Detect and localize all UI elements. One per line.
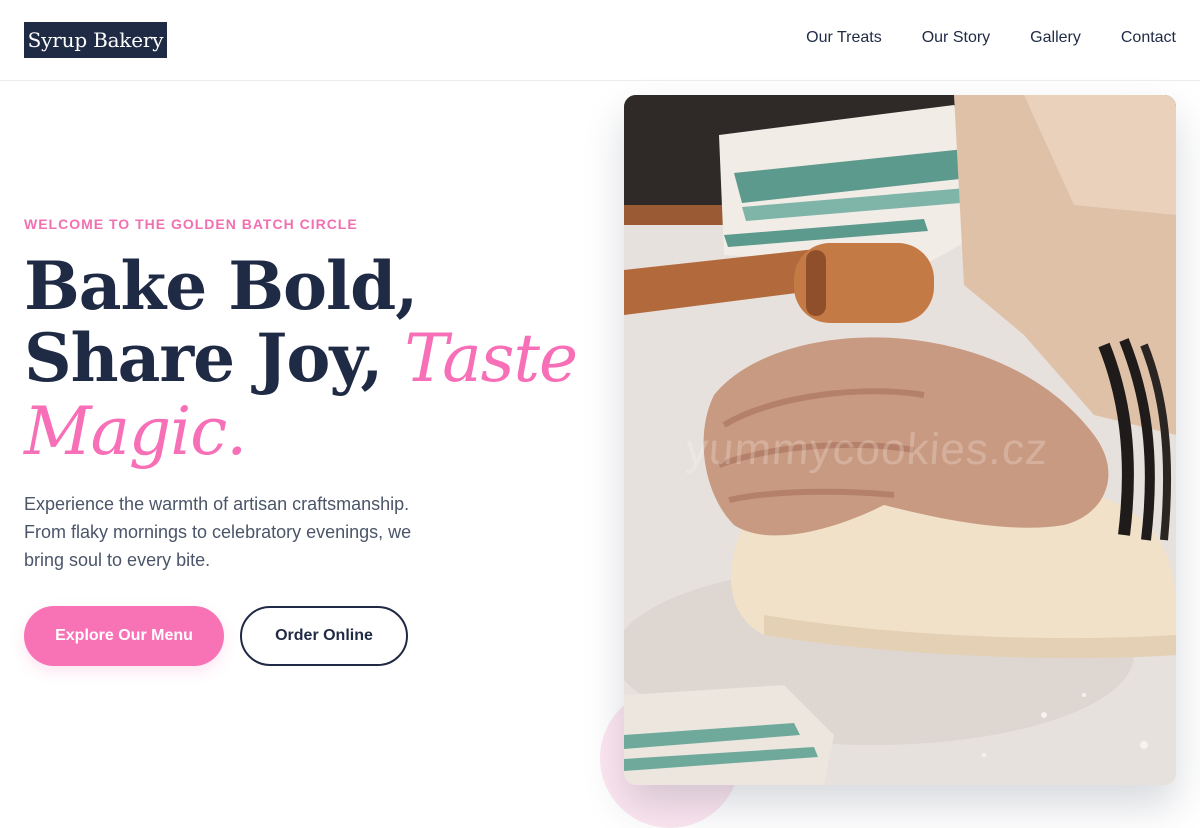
nav-item-our-story[interactable]: Our Story bbox=[922, 27, 990, 49]
headline-accent-2: Magic. bbox=[24, 393, 247, 470]
nav-item-contact[interactable]: Contact bbox=[1121, 27, 1176, 49]
hero-eyebrow: WELCOME TO THE GOLDEN BATCH CIRCLE bbox=[24, 216, 358, 232]
brand-logo[interactable]: Syrup Bakery bbox=[24, 22, 167, 58]
image-watermark: yummycookies.cz bbox=[684, 425, 1050, 474]
order-online-button[interactable]: Order Online bbox=[240, 606, 408, 666]
headline-accent-1: Taste bbox=[404, 320, 578, 397]
hero-image: yummycookies.cz bbox=[624, 95, 1176, 785]
nav-item-gallery[interactable]: Gallery bbox=[1030, 27, 1081, 49]
headline-line-2: Share Joy, bbox=[24, 319, 383, 397]
site-header: Syrup Bakery Our Treats Our Story Galler… bbox=[0, 0, 1200, 81]
explore-menu-button[interactable]: Explore Our Menu bbox=[24, 606, 224, 666]
main-nav: Our Treats Our Story Gallery Contact bbox=[806, 27, 1176, 49]
headline-line-1: Bake Bold, bbox=[24, 247, 418, 325]
hero-description: Experience the warmth of artisan craftsm… bbox=[24, 494, 412, 570]
hero-headline: Bake Bold, Share Joy, Taste Magic. bbox=[24, 250, 584, 468]
nav-item-our-treats[interactable]: Our Treats bbox=[806, 27, 882, 49]
